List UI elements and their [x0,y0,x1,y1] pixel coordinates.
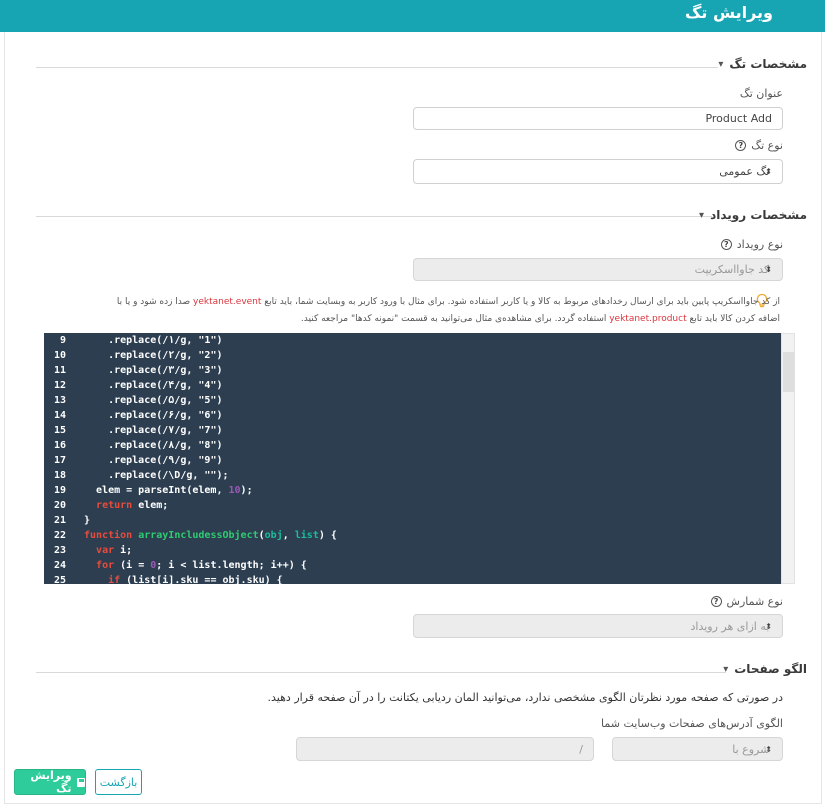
code-line: 9 .replace(/١/g, "1") [44,333,781,348]
code-text: .replace(/\D/g, ""); [84,470,229,481]
url-match-select[interactable]: ⬍ شروع با [612,737,783,761]
code-line: 23 var i; [44,543,781,558]
code-text: .replace(/٢/g, "2") [84,350,223,361]
code-text: .replace(/۴/g, "4") [84,380,223,391]
line-number: 24 [53,560,66,571]
code-line: 20 return elem; [44,498,781,513]
code-text: .replace(/۵/g, "5") [84,395,223,406]
line-number: 11 [53,365,66,376]
code-line: 11 .replace(/٣/g, "3") [44,363,781,378]
code-text: .replace(/٨/g, "8") [84,440,223,451]
code-line: 19 elem = parseInt(elem, 10); [44,483,781,498]
line-number: 9 [59,335,66,346]
tag-name-label: عنوان تگ [739,87,783,100]
code-line: 10 .replace(/٢/g, "2") [44,348,781,363]
chevron-down-icon: ▾ [718,58,724,70]
chevron-down-icon: ▾ [723,663,729,675]
line-number: 15 [53,425,66,436]
save-tag-button[interactable]: ویرایش تگ [14,769,86,795]
code-text: .replace(/٩/g, "9") [84,455,223,466]
help-icon[interactable]: ? [710,596,722,607]
url-pattern-input[interactable]: / [296,737,594,761]
counting-type-label: نوع شمارش ? [710,595,783,608]
section-divider [36,216,712,217]
code-editor-scrollbar[interactable] [781,333,795,584]
javascript-info-text: از کد جاوااسکریپ پایین باید برای ارسال ر… [116,297,780,324]
help-icon[interactable]: ? [720,239,732,250]
pages-section-header[interactable]: الگو صفحات ▾ [723,662,807,676]
code-text: function arrayIncludessObject(obj, list)… [84,530,337,541]
url-pattern-label: الگوی آدرس‌های صفحات وب‌سایت شما [601,717,783,730]
line-number: 22 [53,530,66,541]
event-section-title: مشخصات رویداد [710,208,807,222]
line-number: 25 [53,575,66,584]
code-editor[interactable]: 9 .replace(/١/g, "1") 10 .replace(/٢/g, "… [44,333,781,584]
code-line: 16 .replace(/٨/g, "8") [44,438,781,453]
code-text: var i; [96,545,133,556]
line-number: 14 [53,410,66,421]
code-line: 12 .replace(/۴/g, "4") [44,378,781,393]
code-line: 13 .replace(/۵/g, "5") [44,393,781,408]
tag-type-select[interactable]: ⬍ تگ عمومی [413,159,783,184]
code-text: .replace(/١/g, "1") [84,335,223,346]
code-text: if (list[i].sku == obj.sku) { [108,575,283,584]
counting-type-select[interactable]: ⬍ به ازای هر رویداد [413,614,783,638]
save-icon [76,777,85,787]
code-line: 21} [44,513,781,528]
event-type-label: نوع رویداد ? [720,238,783,251]
line-number: 12 [53,380,66,391]
scrollbar-thumb[interactable] [783,352,794,392]
line-number: 10 [53,350,66,361]
code-text: return elem; [96,500,169,511]
line-number: 21 [53,515,66,526]
chevron-down-icon: ▾ [699,209,705,221]
product-function-name: yektanet.product [609,314,687,324]
event-function-name: yektanet.event [193,297,262,307]
tag-section-header[interactable]: مشخصات تگ ▾ [718,57,807,71]
tag-name-input[interactable]: Product Add [413,107,783,130]
line-number: 20 [53,500,66,511]
line-number: 18 [53,470,66,481]
code-line: 14 .replace(/۶/g, "6") [44,408,781,423]
code-line: 18 .replace(/\D/g, ""); [44,468,781,483]
event-section-header[interactable]: مشخصات رویداد ▾ [699,208,807,222]
code-line: 17 .replace(/٩/g, "9") [44,453,781,468]
section-divider [36,672,726,673]
code-text: for (i = 0; i < list.length; i++) { [96,560,307,571]
page-title: ویرایش تگ [685,3,773,22]
code-text: .replace(/۶/g, "6") [84,410,223,421]
tag-type-label: نوع تگ ? [735,139,783,152]
line-number: 13 [53,395,66,406]
code-line: 22 function arrayIncludessObject(obj, lis… [44,528,781,543]
page-header: ویرایش تگ [0,0,825,32]
tag-section-title: مشخصات تگ [729,57,807,71]
pages-description: در صورتی که صفحه مورد نظرتان الگوی مشخصی… [267,691,783,704]
help-icon[interactable]: ? [735,140,747,151]
code-text: .replace(/٣/g, "3") [84,365,223,376]
code-line: 25 if (list[i].sku == obj.sku) { [44,573,781,584]
line-number: 16 [53,440,66,451]
line-number: 23 [53,545,66,556]
code-text: .replace(/٧/g, "7") [84,425,223,436]
code-line: 24 for (i = 0; i < list.length; i++) { [44,558,781,573]
back-button[interactable]: بازگشت [95,769,142,795]
section-divider [36,67,718,68]
code-text: elem = parseInt(elem, 10); [84,485,253,496]
code-line: 15 .replace(/٧/g, "7") [44,423,781,438]
code-text: } [84,515,91,526]
line-number: 17 [53,455,66,466]
line-number: 19 [53,485,66,496]
event-type-select[interactable]: ⬍ کد جاوااسکریپت [413,258,783,281]
pages-section-title: الگو صفحات [734,662,807,676]
